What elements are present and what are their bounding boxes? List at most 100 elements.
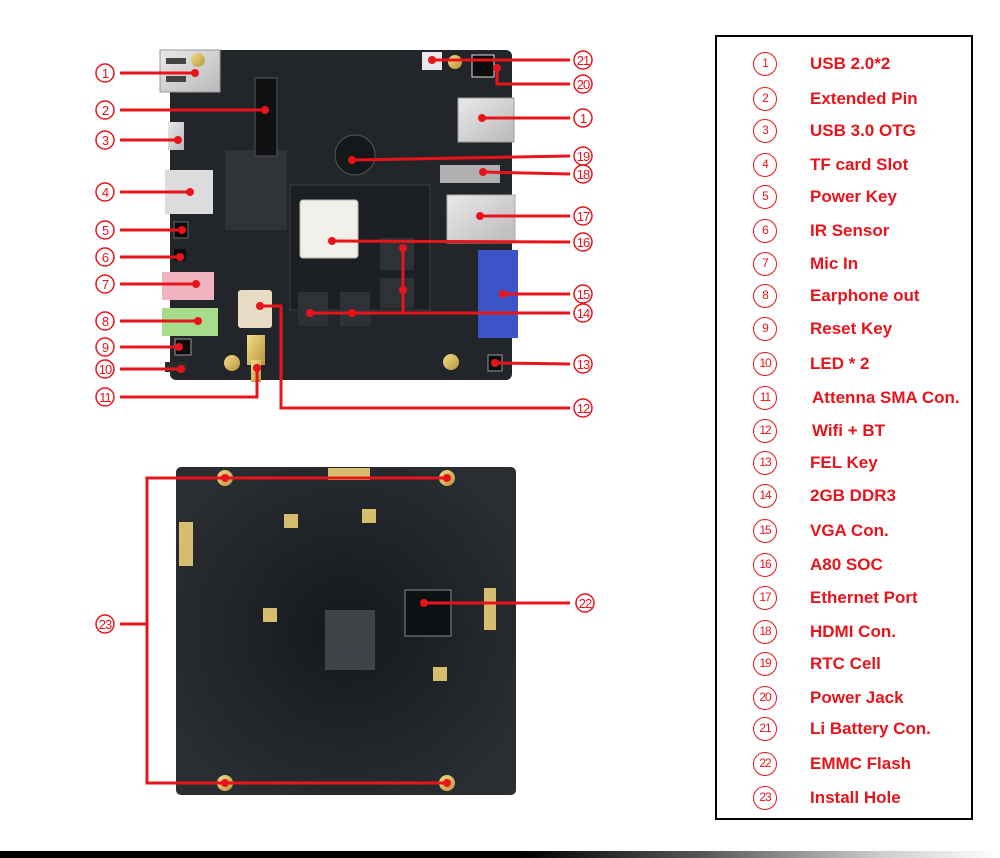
legend-label: Mic In <box>810 254 859 273</box>
callout-number: 19 <box>577 149 590 164</box>
legend-item: 5 Power Key <box>753 185 897 209</box>
callout-number: 21 <box>577 53 590 68</box>
legend-number-badge: 8 <box>753 284 777 308</box>
mounting-hole <box>448 55 462 69</box>
legend-number-badge: 16 <box>753 553 777 577</box>
legend-panel: 1 USB 2.0*2 2 Extended Pin 3 USB 3.0 OTG 4 TF c… <box>715 35 973 820</box>
legend-item: 11 Attenna SMA Con. <box>753 386 960 410</box>
legend-label: Attenna SMA Con. <box>812 388 960 407</box>
legend-number-badge: 9 <box>753 317 777 341</box>
legend-item: 7 Mic In <box>753 252 858 276</box>
legend-label: Earphone out <box>810 286 920 305</box>
front-board <box>159 49 518 382</box>
leader-endpoint <box>420 599 428 607</box>
legend-number-badge: 20 <box>753 686 777 710</box>
legend-label: USB 3.0 OTG <box>810 121 916 140</box>
legend-number-badge: 15 <box>753 519 777 543</box>
mounting-hole <box>443 354 459 370</box>
callout-number: 23 <box>99 617 112 632</box>
hdmi-port <box>440 165 500 183</box>
leader-endpoint <box>176 253 184 261</box>
ddr3-chip <box>340 292 370 326</box>
legend-item: 2 Extended Pin <box>753 87 918 111</box>
leader-endpoint <box>194 317 202 325</box>
test-pad <box>433 667 447 681</box>
legend-number-badge: 11 <box>753 386 777 410</box>
legend-item: 19 RTC Cell <box>753 652 881 676</box>
callout-number: 13 <box>577 357 590 372</box>
leader-endpoint <box>476 212 484 220</box>
legend-label: Li Battery Con. <box>810 719 931 738</box>
legend-number-badge: 18 <box>753 620 777 644</box>
leader-endpoint <box>348 309 356 317</box>
ddr3-chip <box>380 278 414 308</box>
legend-item: 13 FEL Key <box>753 451 878 475</box>
usb-port-right <box>457 97 515 143</box>
legend-number-badge: 23 <box>753 786 777 810</box>
legend-item: 9 Reset Key <box>753 317 892 341</box>
legend-item: 15 VGA Con. <box>753 519 889 543</box>
rtc-cell <box>334 134 376 176</box>
legend-item: 12 Wifi + BT <box>753 419 885 443</box>
leader-endpoint <box>175 343 183 351</box>
leader-endpoint <box>177 365 185 373</box>
legend-item: 22 EMMC Flash <box>753 752 911 776</box>
micro-usb-port <box>168 122 184 150</box>
callout-number: 10 <box>99 362 112 377</box>
leader-endpoint <box>306 309 314 317</box>
leader-line <box>331 239 571 244</box>
legend-number-badge: 12 <box>753 419 777 443</box>
legend-item: 16 A80 SOC <box>753 553 883 577</box>
mounting-hole <box>191 53 205 67</box>
legend-number-badge: 21 <box>753 717 777 741</box>
callout-number: 7 <box>102 277 109 292</box>
a80-soc-chip <box>299 199 359 259</box>
legend-label: Install Hole <box>810 788 901 807</box>
legend-number-badge: 3 <box>753 119 777 143</box>
legend-item: 21 Li Battery Con. <box>753 717 931 741</box>
legend-label: Power Jack <box>810 688 904 707</box>
leader-endpoint <box>328 237 336 245</box>
callout-number: 20 <box>577 77 590 92</box>
extended-pin-header <box>254 77 278 157</box>
ddr3-chip <box>298 292 328 326</box>
legend-label: Power Key <box>810 187 897 206</box>
legend-label: Wifi + BT <box>812 421 886 440</box>
silkscreen-table <box>225 150 287 230</box>
leader-endpoint <box>253 364 261 372</box>
legend-number-badge: 6 <box>753 219 777 243</box>
callout-number: 2 <box>102 103 109 118</box>
callout-number: 5 <box>102 223 109 238</box>
leader-endpoint <box>478 114 486 122</box>
leader-endpoint <box>399 244 407 252</box>
gold-pad <box>484 588 496 630</box>
power-jack <box>471 54 495 78</box>
legend-label: Reset Key <box>810 319 893 338</box>
legend-number-badge: 1 <box>753 52 777 76</box>
callout-number: 8 <box>102 314 109 329</box>
leader-endpoint <box>178 226 186 234</box>
legend-label: 2GB DDR3 <box>810 486 896 505</box>
callout-number: 14 <box>577 306 590 321</box>
leader-endpoint <box>261 106 269 114</box>
legend-label: TF card Slot <box>810 155 909 174</box>
test-pad <box>263 608 277 622</box>
leader-endpoint <box>479 168 487 176</box>
legend-label: Ethernet Port <box>810 588 918 607</box>
legend-item: 23 Install Hole <box>753 786 901 810</box>
figure-stage: 1 2 3 4 5 6 7 8 9 10 11 21 20 1 19 18 17 16 15 14 13 12 22 23 1… <box>0 0 1000 858</box>
legend-item: 1 USB 2.0*2 <box>753 52 890 76</box>
legend-number-badge: 7 <box>753 252 777 276</box>
leader-endpoint <box>191 69 199 77</box>
legend-number-badge: 19 <box>753 652 777 676</box>
legend-label: FEL Key <box>810 453 878 472</box>
legend-number-badge: 2 <box>753 87 777 111</box>
bottom-divider <box>0 851 1000 858</box>
usb-slot <box>166 76 186 82</box>
usb-slot <box>166 58 186 64</box>
leader-endpoint <box>491 359 499 367</box>
legend-label: LED * 2 <box>810 354 870 373</box>
legend-item: 20 Power Jack <box>753 686 904 710</box>
leader-endpoint <box>428 56 436 64</box>
mic-jack <box>162 272 214 300</box>
